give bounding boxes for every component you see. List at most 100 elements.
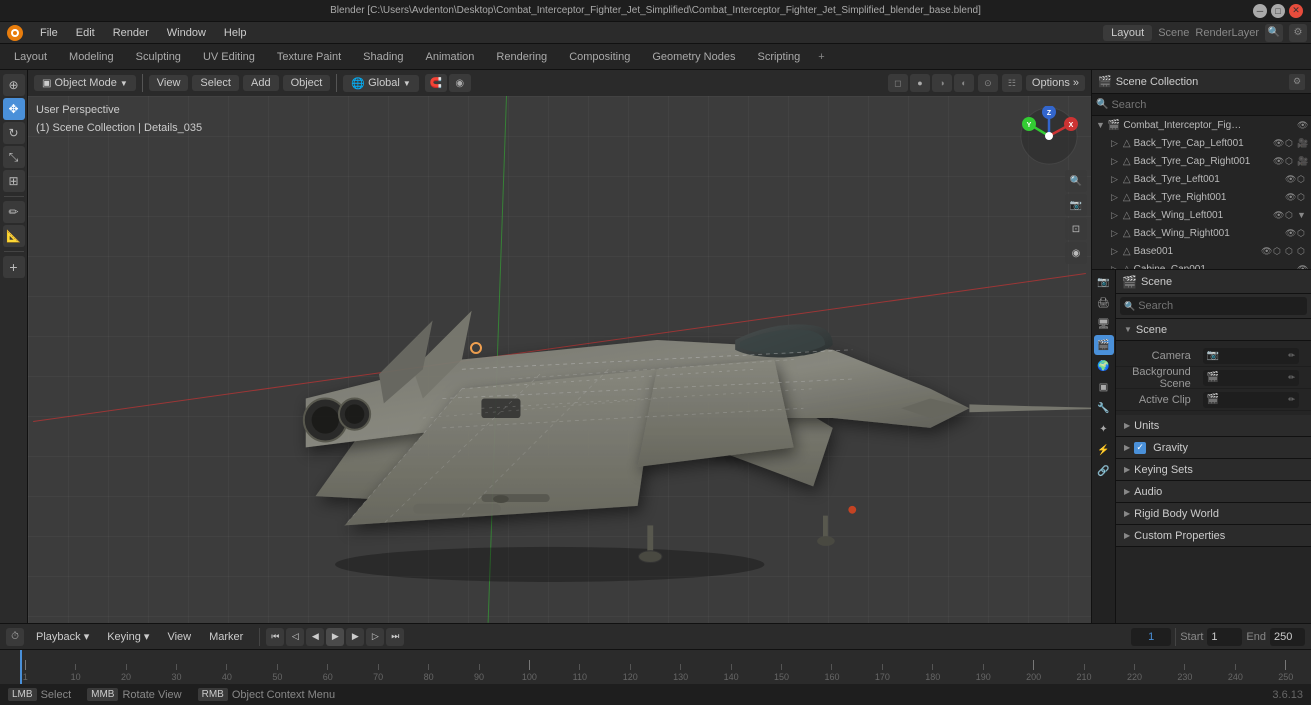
tab-rendering[interactable]: Rendering [486, 48, 557, 66]
outliner-search-input[interactable] [1111, 99, 1307, 111]
tab-sculpting[interactable]: Sculpting [126, 48, 191, 66]
keying-sets-section-header[interactable]: ▶ Keying Sets [1116, 459, 1311, 481]
visibility-icon[interactable]: 👁 [1297, 120, 1307, 131]
shading-material[interactable]: ◑ [932, 74, 952, 92]
add-tool[interactable]: + [3, 256, 25, 278]
outliner-filter[interactable]: ⚙ [1289, 74, 1305, 90]
props-modifier-icon[interactable]: 🔧 [1094, 398, 1114, 418]
end-frame-input[interactable]: 250 [1270, 628, 1305, 646]
start-frame-input[interactable]: 1 [1207, 628, 1242, 646]
view-camera-button[interactable]: 📷 [1065, 194, 1087, 216]
outliner-item-back-wing-right[interactable]: ▷ △ Back_Wing_Right001 👁 ⬡ [1092, 224, 1311, 242]
playback-menu[interactable]: Playback ▾ [30, 628, 95, 645]
jump-to-start-button[interactable]: ⏮ [266, 628, 284, 646]
rigid-body-section-header[interactable]: ▶ Rigid Body World [1116, 503, 1311, 525]
keying-menu[interactable]: Keying ▾ [101, 628, 155, 645]
props-particles-icon[interactable]: ✦ [1094, 419, 1114, 439]
tab-animation[interactable]: Animation [416, 48, 485, 66]
view-all-button[interactable]: ⊡ [1065, 218, 1087, 240]
bg-scene-value[interactable]: 🎬 ✏ [1203, 370, 1299, 386]
local-view-button[interactable]: ◉ [1065, 242, 1087, 264]
axis-gizmo[interactable]: X Y Z [1019, 106, 1079, 166]
shading-wireframe[interactable]: ◻ [888, 74, 908, 92]
outliner-item-back-tyre-cap-right[interactable]: ▷ △ Back_Tyre_Cap_Right001 👁 ⬡ 🎥 [1092, 152, 1311, 170]
custom-props-section-header[interactable]: ▶ Custom Properties [1116, 525, 1311, 547]
timeline-ruler[interactable]: 1 10 20 30 40 50 60 70 80 90 100 110 120… [0, 650, 1311, 684]
tab-compositing[interactable]: Compositing [559, 48, 640, 66]
tab-modeling[interactable]: Modeling [59, 48, 124, 66]
minimize-button[interactable]: ─ [1253, 4, 1267, 18]
tab-geometry-nodes[interactable]: Geometry Nodes [642, 48, 745, 66]
outliner-item-root[interactable]: ▼ 🎬 Combat_Interceptor_Fighter_Jet_Simpl… [1092, 116, 1311, 134]
zoom-in-button[interactable]: 🔍 [1065, 170, 1087, 192]
timeline-clock-icon[interactable]: ⏱ [6, 628, 24, 646]
proportional-edit[interactable]: ◉ [449, 74, 471, 92]
search-button[interactable]: 🔍 [1265, 24, 1283, 42]
units-section-header[interactable]: ▶ Units [1116, 415, 1311, 437]
outliner-item-cabine[interactable]: ▷ △ Cabine_Cap001 👁 [1092, 260, 1311, 270]
shading-rendered[interactable]: ◐ [954, 74, 974, 92]
scale-tool[interactable]: ⤡ [3, 146, 25, 168]
close-button[interactable]: ✕ [1289, 4, 1303, 18]
outliner-item-back-tyre-left[interactable]: ▷ △ Back_Tyre_Left001 👁 ⬡ [1092, 170, 1311, 188]
add-workspace-button[interactable]: + [812, 48, 830, 66]
menu-file[interactable]: File [32, 25, 66, 41]
gravity-section-header[interactable]: ▶ ✓ Gravity [1116, 437, 1311, 459]
menu-edit[interactable]: Edit [68, 25, 103, 41]
object-menu[interactable]: Object [283, 75, 331, 91]
select-menu[interactable]: Select [192, 75, 239, 91]
overlay-toggle[interactable]: ⊙ [978, 74, 998, 92]
snap-toggle[interactable]: 🧲 [425, 74, 447, 92]
menu-render[interactable]: Render [105, 25, 157, 41]
maximize-button[interactable]: □ [1271, 4, 1285, 18]
view-menu[interactable]: View [149, 75, 189, 91]
shading-solid[interactable]: ● [910, 74, 930, 92]
outliner-item-base[interactable]: ▷ △ Base001 👁 ⬡ ⬡ ⬡ [1092, 242, 1311, 260]
annotate-tool[interactable]: ✏ [3, 201, 25, 223]
cursor-tool[interactable]: ⊕ [3, 74, 25, 96]
next-frame-button[interactable]: ▶ [346, 628, 364, 646]
prev-keyframe-button[interactable]: ◁ [286, 628, 304, 646]
viewport[interactable]: ▣ Object Mode ▼ View Select Add Object 🌐… [28, 70, 1091, 623]
outliner-search[interactable]: 🔍 [1092, 94, 1311, 116]
move-tool[interactable]: ✥ [3, 98, 25, 120]
current-frame-display[interactable]: 1 [1131, 628, 1171, 646]
next-keyframe-button[interactable]: ▷ [366, 628, 384, 646]
active-clip-value[interactable]: 🎬 ✏ [1203, 392, 1299, 408]
outliner-item-back-wing-left[interactable]: ▷ △ Back_Wing_Left001 👁 ⬡ ▼ [1092, 206, 1311, 224]
jump-to-end-button[interactable]: ⏭ [386, 628, 404, 646]
outliner-item-back-tyre-cap-left[interactable]: ▷ △ Back_Tyre_Cap_Left001 👁 ⬡ 🎥 [1092, 134, 1311, 152]
transform-tool[interactable]: ⊞ [3, 170, 25, 192]
props-constraints-icon[interactable]: 🔗 [1094, 461, 1114, 481]
marker-menu[interactable]: Marker [203, 629, 249, 645]
tab-scripting[interactable]: Scripting [747, 48, 810, 66]
tab-uv-editing[interactable]: UV Editing [193, 48, 265, 66]
camera-value[interactable]: 📷 ✏ [1203, 348, 1299, 364]
tab-shading[interactable]: Shading [353, 48, 413, 66]
props-physics-icon[interactable]: ⚡ [1094, 440, 1114, 460]
props-object-icon[interactable]: ▣ [1094, 377, 1114, 397]
prev-frame-button[interactable]: ◀ [306, 628, 324, 646]
options-button[interactable]: Options » [1026, 75, 1085, 91]
workspace-selector[interactable]: Layout [1103, 25, 1152, 41]
tab-layout[interactable]: Layout [4, 48, 57, 66]
measure-tool[interactable]: 📐 [3, 225, 25, 247]
rotate-tool[interactable]: ↻ [3, 122, 25, 144]
filter-button[interactable]: ⚙ [1289, 24, 1307, 42]
props-render-icon[interactable]: 📷 [1094, 272, 1114, 292]
outliner-item-back-tyre-right[interactable]: ▷ △ Back_Tyre_Right001 👁 ⬡ [1092, 188, 1311, 206]
tab-texture-paint[interactable]: Texture Paint [267, 48, 351, 66]
gizmo-toggle[interactable]: ☷ [1002, 74, 1022, 92]
props-scene-icon[interactable]: 🎬 [1094, 335, 1114, 355]
mode-selector[interactable]: ▣ Object Mode ▼ [34, 75, 136, 91]
props-search-input[interactable] [1138, 300, 1303, 312]
view-menu-tl[interactable]: View [161, 629, 197, 645]
menu-help[interactable]: Help [216, 25, 255, 41]
transform-space[interactable]: 🌐 Global ▼ [343, 75, 418, 92]
audio-section-header[interactable]: ▶ Audio [1116, 481, 1311, 503]
props-world-icon[interactable]: 🌍 [1094, 356, 1114, 376]
gravity-checkbox[interactable]: ✓ [1134, 442, 1146, 454]
props-output-icon[interactable]: 🖨 [1094, 293, 1114, 313]
menu-window[interactable]: Window [159, 25, 214, 41]
props-view-icon[interactable]: 🖥 [1094, 314, 1114, 334]
